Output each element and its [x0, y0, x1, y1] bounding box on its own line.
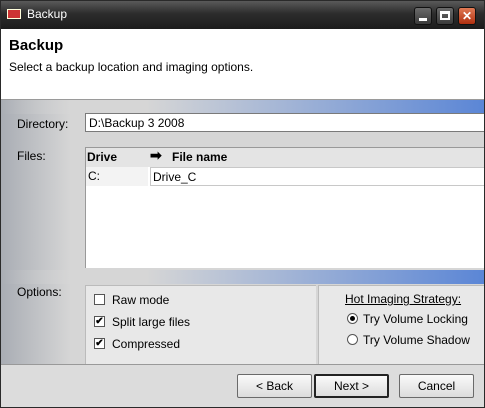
radio-selected-dot: [350, 316, 355, 321]
column-header-file-name[interactable]: File name: [172, 150, 227, 164]
window-title: Backup: [27, 7, 68, 21]
files-table-header: Drive ➡ File name: [86, 147, 484, 167]
minimize-icon: [419, 18, 427, 21]
file-name-cell[interactable]: Drive_C: [150, 167, 484, 186]
page-title: Backup: [9, 37, 64, 54]
arrow-right-icon: ➡: [150, 147, 162, 163]
minimize-button[interactable]: [414, 7, 432, 25]
drive-cell: C:: [86, 167, 148, 186]
options-panel: Raw mode ✔ Split large files ✔ Compresse…: [85, 285, 316, 364]
files-label: Files:: [17, 149, 46, 163]
raw-mode-label: Raw mode: [112, 293, 170, 307]
compressed-label: Compressed: [112, 337, 181, 351]
check-icon: ✔: [95, 338, 104, 349]
backup-window: Backup ✕ Backup Select a backup location…: [0, 0, 485, 408]
split-large-files-label: Split large files: [112, 315, 191, 329]
maximize-icon: [440, 11, 450, 20]
files-table[interactable]: Drive ➡ File name C: Drive_C: [85, 147, 484, 268]
check-icon: ✔: [95, 316, 104, 327]
decorative-stripe: [1, 100, 484, 114]
close-button[interactable]: ✕: [458, 7, 476, 25]
try-volume-locking-radio[interactable]: [347, 313, 358, 324]
raw-mode-checkbox[interactable]: [94, 294, 105, 305]
directory-label: Directory:: [17, 117, 69, 131]
try-volume-locking-label: Try Volume Locking: [363, 312, 468, 326]
options-label: Options:: [17, 285, 62, 299]
directory-input[interactable]: [85, 113, 484, 132]
try-volume-shadow-radio[interactable]: [347, 334, 358, 345]
title-bar[interactable]: Backup ✕: [1, 1, 484, 29]
wizard-footer: < Back Next > Cancel: [1, 364, 484, 407]
wizard-header: Backup Select a backup location and imag…: [1, 29, 484, 100]
close-icon: ✕: [461, 9, 473, 23]
try-volume-shadow-label: Try Volume Shadow: [363, 333, 470, 347]
decorative-stripe: [1, 270, 484, 284]
table-row[interactable]: C: Drive_C: [86, 167, 484, 186]
maximize-button[interactable]: [436, 7, 454, 25]
split-large-files-checkbox[interactable]: ✔: [94, 316, 105, 327]
wizard-body: Directory: Files: Drive ➡ File name C: D…: [1, 100, 484, 364]
column-header-drive[interactable]: Drive: [87, 150, 117, 164]
hot-imaging-title: Hot Imaging Strategy:: [345, 292, 462, 306]
app-icon: [7, 9, 21, 19]
cancel-button[interactable]: Cancel: [399, 374, 474, 398]
page-subtitle: Select a backup location and imaging opt…: [9, 60, 254, 74]
compressed-checkbox[interactable]: ✔: [94, 338, 105, 349]
next-button[interactable]: Next >: [314, 374, 389, 398]
hot-imaging-panel: Hot Imaging Strategy: Try Volume Locking…: [318, 285, 484, 364]
back-button[interactable]: < Back: [237, 374, 312, 398]
